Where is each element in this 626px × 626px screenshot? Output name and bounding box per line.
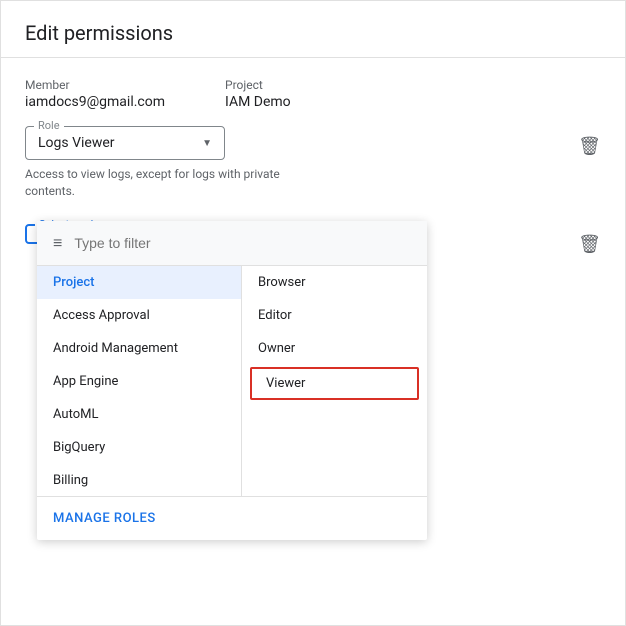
filter-input[interactable] — [74, 235, 411, 251]
filter-row: ≡ — [37, 221, 427, 266]
page-container: Edit permissions Member iamdocs9@gmail.c… — [0, 0, 626, 626]
project-label: Project — [225, 78, 291, 92]
delete-role-button[interactable]: 🗑 — [578, 136, 601, 157]
right-list-item[interactable]: Owner — [242, 332, 427, 365]
member-value: iamdocs9@gmail.com — [25, 94, 165, 110]
member-label: Member — [25, 78, 165, 92]
right-list-item[interactable]: Editor — [242, 299, 427, 332]
delete-second-role-button[interactable]: 🗑 — [578, 234, 601, 255]
filter-icon: ≡ — [53, 233, 62, 253]
left-column: Project Access Approval Android Manageme… — [37, 266, 242, 496]
list-item[interactable]: Project — [37, 266, 241, 299]
list-item[interactable]: BigQuery — [37, 431, 241, 464]
list-item[interactable]: Billing — [37, 464, 241, 496]
manage-roles-link[interactable]: MANAGE ROLES — [37, 496, 427, 540]
header: Edit permissions — [1, 1, 625, 58]
role-select-label: Role — [34, 119, 64, 132]
member-field: Member iamdocs9@gmail.com — [25, 78, 165, 110]
list-item[interactable]: AutoML — [37, 398, 241, 431]
page-title: Edit permissions — [25, 21, 601, 45]
list-item[interactable]: Android Management — [37, 332, 241, 365]
role-section: Role Logs Viewer ▼ Access to view logs, … — [25, 126, 305, 200]
role-select-text: Logs Viewer — [38, 135, 115, 151]
project-field: Project IAM Demo — [225, 78, 291, 110]
dropdown-panel: ≡ Project Access Approval Android Manage… — [37, 221, 427, 540]
role-dropdown-container: Role Logs Viewer ▼ — [25, 126, 225, 160]
dropdown-columns: Project Access Approval Android Manageme… — [37, 266, 427, 496]
member-project-row: Member iamdocs9@gmail.com Project IAM De… — [25, 78, 601, 110]
role-row: Role Logs Viewer ▼ Access to view logs, … — [25, 126, 601, 212]
project-value: IAM Demo — [225, 94, 291, 110]
viewer-right-list-item[interactable]: Viewer — [250, 367, 419, 400]
list-item[interactable]: Access Approval — [37, 299, 241, 332]
role-select[interactable]: Role Logs Viewer ▼ — [25, 126, 225, 160]
right-column: Browser Editor Owner Viewer — [242, 266, 427, 496]
list-item[interactable]: App Engine — [37, 365, 241, 398]
role-description: Access to view logs, except for logs wit… — [25, 166, 305, 200]
chevron-down-icon: ▼ — [202, 138, 212, 149]
right-list-item[interactable]: Browser — [242, 266, 427, 299]
